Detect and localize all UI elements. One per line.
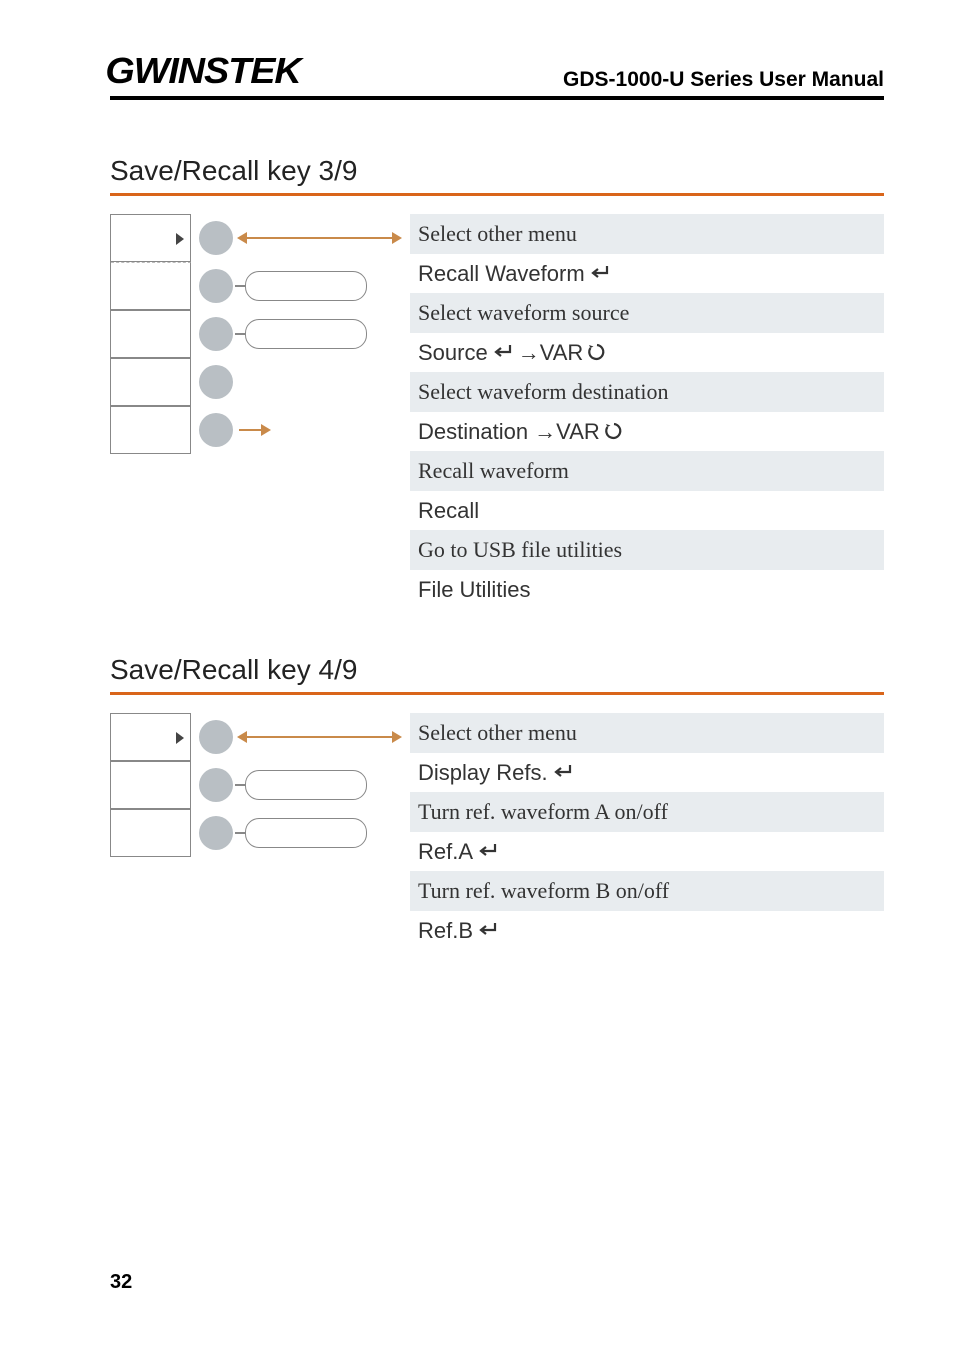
range-arrow-icon — [239, 237, 400, 239]
section-body: Select other menu Recall Waveform Select w… — [110, 214, 884, 609]
softkey-knob-icon — [199, 269, 233, 303]
section-body: Select other menu Display Refs. Turn ref. … — [110, 713, 884, 950]
page-number: 32 — [110, 1271, 132, 1294]
variable-knob-icon — [604, 421, 624, 441]
control-text: File Utilities — [418, 576, 530, 604]
control-text: Source — [418, 339, 488, 367]
value-pill-icon — [245, 770, 367, 800]
softkey-knob-icon — [199, 768, 233, 802]
step-control: Recall Waveform — [410, 254, 884, 294]
section-rule — [110, 692, 884, 695]
step-description: Select other menu — [410, 214, 884, 254]
brand-logo: GWINSTEK — [105, 50, 300, 92]
range-arrow-icon — [239, 736, 400, 738]
control-text: Display Refs. — [418, 759, 548, 787]
variable-knob-icon — [587, 342, 607, 362]
control-text: Ref.A — [418, 838, 473, 866]
softkey-diagram — [110, 214, 410, 454]
value-pill-icon — [245, 319, 367, 349]
enter-icon — [552, 763, 574, 781]
step-control: Ref.A — [410, 832, 884, 872]
step-control: File Utilities — [410, 570, 884, 610]
control-text: Destination →VAR — [418, 418, 600, 446]
softkey-knob-icon — [199, 221, 233, 255]
step-description: Select waveform source — [410, 293, 884, 333]
section-rule — [110, 193, 884, 196]
step-description: Turn ref. waveform A on/off — [410, 792, 884, 832]
step-control: Recall — [410, 491, 884, 531]
step-description: Turn ref. waveform B on/off — [410, 871, 884, 911]
step-description: Select other menu — [410, 713, 884, 753]
softkey-knob-icon — [199, 816, 233, 850]
goto-arrow-icon — [239, 429, 269, 431]
step-control: Destination →VAR — [410, 412, 884, 452]
step-description: Select waveform destination — [410, 372, 884, 412]
menu-indicator-icon — [176, 732, 184, 744]
step-description: Recall waveform — [410, 451, 884, 491]
value-pill-icon — [245, 818, 367, 848]
softkey-knob-icon — [199, 413, 233, 447]
step-control: Display Refs. — [410, 753, 884, 793]
step-control: Ref.B — [410, 911, 884, 951]
page-header: GWINSTEK GDS-1000-U Series User Manual — [110, 50, 884, 100]
document-title: GDS-1000-U Series User Manual — [563, 68, 884, 92]
softkey-knob-icon — [199, 720, 233, 754]
section-heading: Save/Recall key 3/9 — [110, 155, 884, 187]
value-pill-icon — [245, 271, 367, 301]
control-text: Recall — [418, 497, 479, 525]
enter-icon — [477, 842, 499, 860]
section-heading: Save/Recall key 4/9 — [110, 654, 884, 686]
control-text: Recall Waveform — [418, 260, 585, 288]
enter-icon — [589, 264, 611, 282]
softkey-knob-icon — [199, 317, 233, 351]
step-description: Go to USB file utilities — [410, 530, 884, 570]
control-text: Ref.B — [418, 917, 473, 945]
step-control: Source →VAR — [410, 333, 884, 373]
control-text: →VAR — [518, 339, 584, 367]
enter-icon — [477, 921, 499, 939]
enter-icon — [492, 343, 514, 361]
softkey-knob-icon — [199, 365, 233, 399]
softkey-diagram — [110, 713, 410, 857]
menu-indicator-icon — [176, 233, 184, 245]
